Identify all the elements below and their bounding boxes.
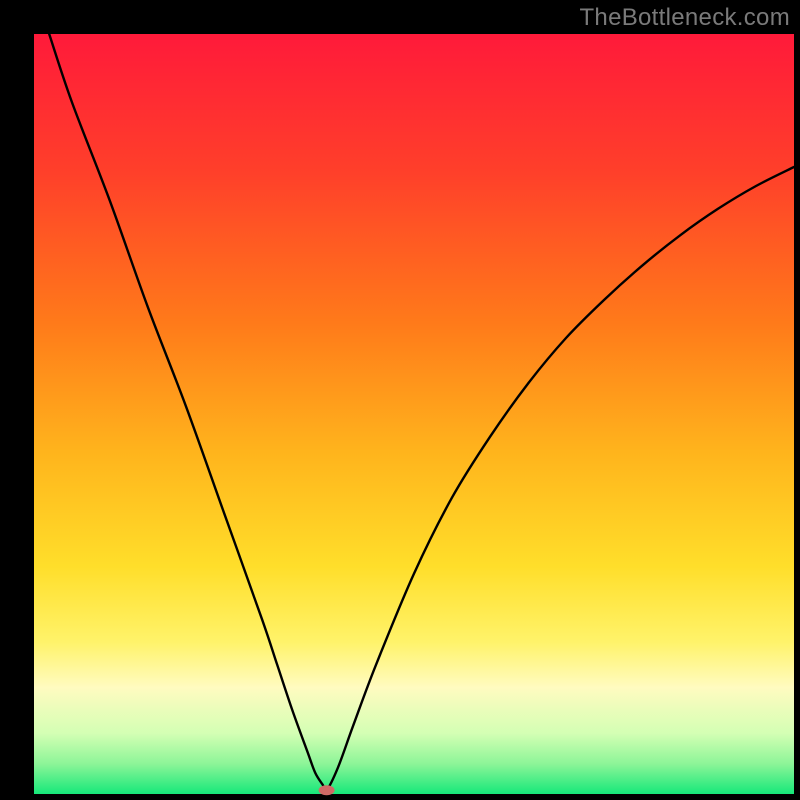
- chart-frame: TheBottleneck.com: [0, 0, 800, 800]
- plot-area: [34, 34, 794, 794]
- watermark-label: TheBottleneck.com: [579, 4, 790, 32]
- optimum-marker: [319, 785, 335, 795]
- bottleneck-curve-plot: [0, 0, 800, 800]
